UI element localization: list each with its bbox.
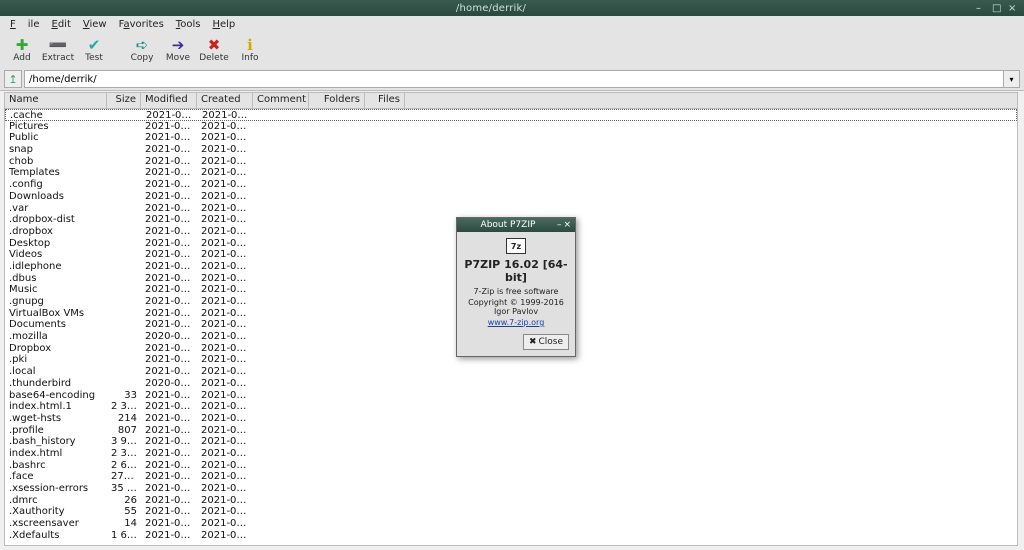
minimize-icon[interactable]: – — [976, 3, 986, 13]
dialog-titlebar: About P7ZIP – × — [457, 218, 575, 232]
line2: Copyright © 1999-2016 Igor Pavlov — [463, 298, 569, 316]
menu-edit[interactable]: Edit — [45, 19, 76, 30]
info-icon: ℹ — [247, 37, 253, 53]
col-name[interactable]: Name — [5, 93, 107, 108]
path-combo: ▾ — [24, 70, 1020, 88]
table-row[interactable]: .xsession-errors35 0992021-02-12 04...20… — [5, 483, 1017, 495]
test-button[interactable]: ✔Test — [76, 33, 112, 67]
close-button[interactable]: ✖Close — [523, 334, 569, 350]
table-row[interactable]: .bash_history3 9992021-02-11 23...2021-0… — [5, 436, 1017, 448]
table-row[interactable]: .bashrc2 6462021-02-11 21...2021-02-11 2… — [5, 460, 1017, 472]
table-row[interactable]: base64-encoding332021-02-11 20...2021-02… — [5, 390, 1017, 402]
window-titlebar: /home/derrik/ – □ × — [0, 0, 1024, 16]
close-icon[interactable]: × — [1008, 3, 1018, 13]
maximize-icon[interactable]: □ — [992, 3, 1002, 13]
chevron-down-icon: ▾ — [1009, 75, 1013, 84]
menu-help[interactable]: Help — [206, 19, 241, 30]
table-row[interactable]: .cache2021-02-11 20...2021-02-11 20... — [5, 109, 1017, 121]
menu-tools[interactable]: Tools — [170, 19, 207, 30]
table-row[interactable]: .var2021-02-11 17...2021-02-11 17... — [5, 203, 1017, 215]
table-row[interactable]: chob2021-02-11 22...2021-02-11 22... — [5, 156, 1017, 168]
site-link[interactable]: www.7-zip.org — [488, 318, 545, 327]
table-row[interactable]: snap2021-02-11 19...2021-02-11 19... — [5, 144, 1017, 156]
table-row[interactable]: .thunderbird2020-03-28 01...2021-02-11 0… — [5, 378, 1017, 390]
copy-button[interactable]: ➪Copy — [124, 33, 160, 67]
table-row[interactable]: .xscreensaver142021-02-10 03...2021-02-1… — [5, 518, 1017, 530]
up-button[interactable]: ↥ — [4, 70, 22, 88]
col-created[interactable]: Created — [197, 93, 253, 108]
menubar: File Edit View Favorites Tools Help — [0, 16, 1024, 32]
dialog-minimize-icon[interactable]: – — [557, 220, 562, 230]
table-row[interactable]: .wget-hsts2142021-02-11 06...2021-02-11 … — [5, 413, 1017, 425]
p7zip-logo-icon: 7z — [506, 238, 526, 254]
table-row[interactable]: Pictures2021-02-12 04...2021-02-12 04... — [5, 121, 1017, 133]
plus-icon: ✚ — [16, 37, 29, 53]
table-row[interactable]: index.html2 3902021-02-11 23...2021-02-1… — [5, 448, 1017, 460]
dialog-close-icon[interactable]: × — [563, 220, 571, 230]
up-arrow-icon: ↥ — [8, 73, 17, 86]
copy-arrow-icon: ➪ — [136, 37, 149, 53]
path-input[interactable] — [24, 70, 1004, 88]
info-button[interactable]: ℹInfo — [232, 33, 268, 67]
line1: 7-Zip is free software — [463, 287, 569, 296]
table-row[interactable]: .Xauthority552021-02-11 17...2021-02-11 … — [5, 506, 1017, 518]
delete-button[interactable]: ✖Delete — [196, 33, 232, 67]
col-modified[interactable]: Modified — [141, 93, 197, 108]
table-row[interactable]: .config2021-02-12 04...2021-02-12 04... — [5, 179, 1017, 191]
menu-file[interactable]: File — [4, 19, 45, 30]
app-name: P7ZIP 16.02 [64-bit] — [463, 258, 569, 284]
table-row[interactable]: .profile8072021-02-10 03...2021-02-10 03… — [5, 425, 1017, 437]
col-files[interactable]: Files — [365, 93, 405, 108]
move-button[interactable]: ➔Move — [160, 33, 196, 67]
check-icon: ✔ — [88, 37, 101, 53]
x-icon: ✖ — [208, 37, 221, 53]
col-comment[interactable]: Comment — [253, 93, 309, 108]
table-row[interactable]: .Xdefaults1 6002021-02-10 03...2021-02-1… — [5, 530, 1017, 542]
close-x-icon: ✖ — [529, 337, 537, 347]
move-arrow-icon: ➔ — [172, 37, 185, 53]
table-row[interactable]: Downloads2021-02-11 23...2021-02-11 23..… — [5, 191, 1017, 203]
pathbar: ↥ ▾ — [0, 68, 1024, 90]
table-row[interactable]: index.html.12 3902021-02-11 23...2021-02… — [5, 401, 1017, 413]
window-title: /home/derrik/ — [6, 3, 976, 14]
col-size[interactable]: Size — [107, 93, 141, 108]
table-row[interactable]: Public2021-02-11 01...2021-02-11 01... — [5, 132, 1017, 144]
toolbar: ✚Add ➖Extract ✔Test ➪Copy ➔Move ✖Delete … — [0, 32, 1024, 68]
menu-favorites[interactable]: Favorites — [113, 19, 170, 30]
menu-view[interactable]: View — [77, 19, 113, 30]
minus-icon: ➖ — [49, 37, 68, 53]
list-header: Name Size Modified Created Comment Folde… — [5, 93, 1017, 109]
table-row[interactable]: .face275 6102021-02-11 17...2021-02-11 1… — [5, 471, 1017, 483]
extract-button[interactable]: ➖Extract — [40, 33, 76, 67]
about-dialog: About P7ZIP – × 7z P7ZIP 16.02 [64-bit] … — [456, 217, 576, 357]
add-button[interactable]: ✚Add — [4, 33, 40, 67]
table-row[interactable]: .local2021-02-11 01...2021-02-11 01... — [5, 366, 1017, 378]
col-folders[interactable]: Folders — [309, 93, 365, 108]
table-row[interactable]: Templates2021-02-11 01...2021-02-11 01..… — [5, 167, 1017, 179]
path-dropdown[interactable]: ▾ — [1004, 70, 1020, 88]
table-row[interactable]: .dmrc262021-02-11 01...2021-02-11 01... — [5, 495, 1017, 507]
